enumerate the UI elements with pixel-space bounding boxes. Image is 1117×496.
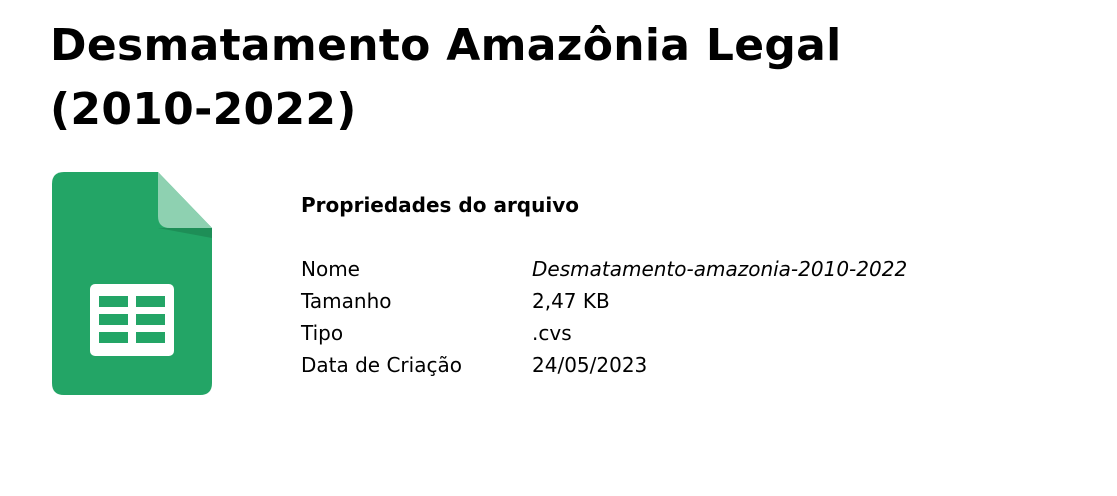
property-row-name: Nome Desmatamento-amazonia-2010-2022 — [301, 253, 1061, 285]
property-label: Tipo — [301, 321, 344, 345]
spreadsheet-file-icon — [52, 172, 212, 395]
property-value: Desmatamento-amazonia-2010-2022 — [532, 257, 908, 281]
property-value: 2,47 KB — [532, 289, 610, 313]
page-title-line-1: Desmatamento Amazônia Legal — [50, 20, 842, 71]
file-properties-list: Nome Desmatamento-amazonia-2010-2022 Tam… — [301, 253, 1061, 381]
page-title: Desmatamento Amazônia Legal (2010-2022) — [50, 14, 950, 142]
file-properties-panel: Propriedades do arquivo Nome Desmatament… — [301, 190, 1061, 377]
property-row-size: Tamanho 2,47 KB — [301, 285, 1061, 317]
page-title-line-2: (2010-2022) — [50, 84, 357, 135]
property-value: .cvs — [532, 321, 572, 345]
property-label: Tamanho — [301, 289, 392, 313]
property-label: Data de Criação — [301, 353, 462, 377]
property-row-created: Data de Criação 24/05/2023 — [301, 349, 1061, 381]
property-value: 24/05/2023 — [532, 353, 648, 377]
property-row-type: Tipo .cvs — [301, 317, 1061, 349]
file-properties-heading: Propriedades do arquivo — [301, 193, 579, 217]
property-label: Nome — [301, 257, 360, 281]
